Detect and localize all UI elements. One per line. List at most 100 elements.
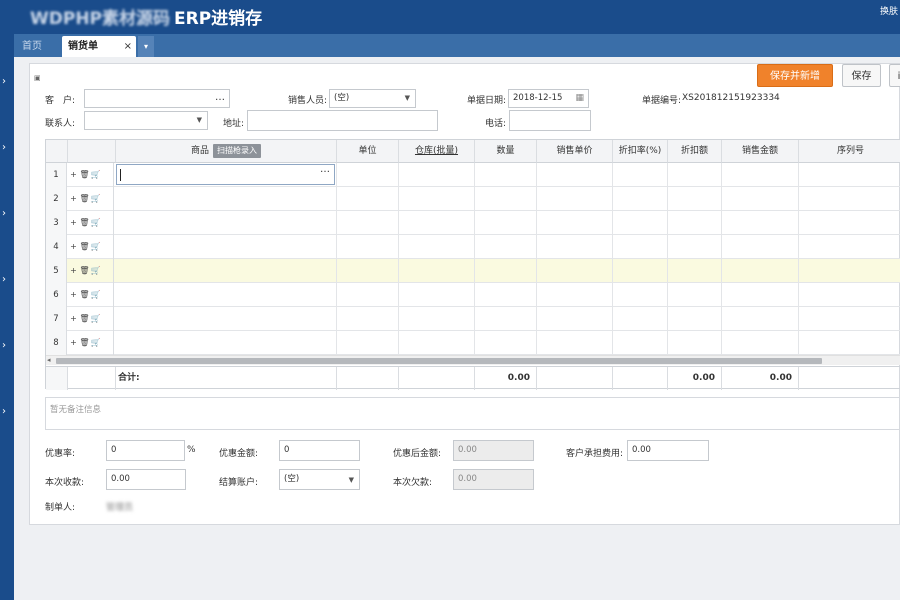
add-row-icon[interactable]: + — [68, 163, 79, 187]
save-and-new-button[interactable]: 保存并新增 — [757, 64, 833, 87]
table-row[interactable]: 5 + 🗑🛒 — [46, 259, 900, 283]
delete-row-icon[interactable]: 🗑 — [79, 235, 90, 259]
scrollbar-thumb[interactable] — [56, 358, 822, 364]
total-discount: 0.00 — [668, 367, 722, 390]
sidebar-expand-icon[interactable]: › — [2, 76, 6, 87]
close-icon[interactable]: × — [124, 36, 132, 57]
cart-icon[interactable]: 🛒 — [90, 283, 101, 307]
collapse-icon[interactable]: ▣ — [34, 74, 41, 82]
horizontal-scrollbar[interactable]: ◂ — [46, 355, 900, 365]
after-discount-input: 0.00 — [453, 440, 534, 461]
tab-menu-icon[interactable]: ▾ — [138, 36, 154, 57]
discount-amount-input[interactable]: 0 — [279, 440, 360, 461]
table-row[interactable]: 7 + 🗑🛒 — [46, 307, 900, 331]
app-header: WDPHP素材源码 ERP进销存 换肤 — [0, 0, 900, 34]
app-logo: WDPHP素材源码 ERP进销存 — [30, 9, 263, 29]
add-row-icon[interactable]: + — [68, 235, 79, 259]
add-row-icon[interactable]: + — [68, 187, 79, 211]
ellipsis-icon[interactable]: … — [320, 164, 330, 175]
phone-label: 电话: — [485, 119, 507, 129]
total-amount: 0.00 — [722, 367, 799, 390]
debt-input: 0.00 — [453, 469, 534, 490]
docno-value: XS201812151923334 — [682, 93, 780, 103]
switch-skin-link[interactable]: 换肤 — [880, 4, 898, 17]
customer-fee-label: 客户承担费用: — [566, 449, 624, 459]
sidebar: › › › › › › — [0, 34, 14, 600]
scan-entry-button[interactable]: 扫描枪录入 — [213, 144, 261, 158]
chevron-down-icon: ▼ — [196, 116, 202, 124]
grid-header-rownum — [46, 140, 68, 163]
grid-header-discount-amount: 折扣额 — [668, 140, 722, 163]
grid-header-qty: 数量 — [475, 140, 537, 163]
sidebar-expand-icon[interactable]: › — [2, 274, 6, 285]
scroll-left-icon[interactable]: ◂ — [47, 356, 51, 364]
cart-icon[interactable]: 🛒 — [90, 235, 101, 259]
delete-row-icon[interactable]: 🗑 — [79, 331, 90, 355]
cart-icon[interactable]: 🛒 — [90, 163, 101, 187]
add-row-icon[interactable]: + — [68, 307, 79, 331]
tab-home[interactable]: 首页 — [16, 36, 61, 57]
table-row[interactable]: 3 + 🗑🛒 — [46, 211, 900, 235]
table-row[interactable]: 8 + 🗑🛒 — [46, 331, 900, 355]
contact-select[interactable]: ▼ — [84, 111, 208, 130]
cart-icon[interactable]: 🛒 — [90, 331, 101, 355]
chevron-down-icon: ▼ — [348, 476, 354, 484]
table-row[interactable]: 4 + 🗑🛒 — [46, 235, 900, 259]
grid-header-warehouse[interactable]: 仓库(批量) — [399, 140, 475, 163]
received-label: 本次收款: — [45, 478, 85, 488]
table-row[interactable]: 2 + 🗑🛒 — [46, 187, 900, 211]
sidebar-expand-icon[interactable]: › — [2, 142, 6, 153]
tab-sales-order[interactable]: 销货单 × — [62, 36, 136, 57]
contact-label: 联系人: — [45, 119, 76, 129]
date-input[interactable]: 2018-12-15 ▦ — [508, 89, 589, 108]
total-label: 合计: — [116, 367, 337, 390]
ellipsis-icon[interactable]: … — [215, 90, 225, 106]
customer-label: 客 户: — [45, 96, 76, 106]
received-input[interactable]: 0.00 — [106, 469, 186, 490]
account-label: 结算账户: — [219, 478, 259, 488]
sales-order-panel: ▣ 保存并新增 保存 i 客 户: … 销售人员: (空) ▼ 单据日期: 201… — [29, 63, 900, 525]
add-row-icon[interactable]: + — [68, 211, 79, 235]
grid-header-sales-amount: 销售金额 — [722, 140, 799, 163]
add-row-icon[interactable]: + — [68, 283, 79, 307]
grid-header-discount-rate: 折扣率(%) — [613, 140, 668, 163]
delete-row-icon[interactable]: 🗑 — [79, 283, 90, 307]
calendar-icon[interactable]: ▦ — [575, 90, 584, 107]
delete-row-icon[interactable]: 🗑 — [79, 187, 90, 211]
phone-input[interactable] — [509, 110, 591, 131]
delete-row-icon[interactable]: 🗑 — [79, 259, 90, 283]
salesman-select[interactable]: (空) ▼ — [329, 89, 416, 108]
maker-label: 制单人: — [45, 503, 76, 513]
cart-icon[interactable]: 🛒 — [90, 187, 101, 211]
percent-label: % — [187, 445, 196, 455]
address-label: 地址: — [223, 119, 245, 129]
more-button[interactable]: i — [889, 64, 900, 87]
grid-header-serial: 序列号 — [799, 140, 900, 163]
table-row[interactable]: 1 + 🗑🛒… — [46, 163, 900, 187]
cart-icon[interactable]: 🛒 — [90, 307, 101, 331]
delete-row-icon[interactable]: 🗑 — [79, 211, 90, 235]
docno-label: 单据编号: — [642, 96, 682, 106]
table-row[interactable]: 6 + 🗑🛒 — [46, 283, 900, 307]
sidebar-expand-icon[interactable]: › — [2, 340, 6, 351]
grid-header-unit: 单位 — [337, 140, 399, 163]
delete-row-icon[interactable]: 🗑 — [79, 163, 90, 187]
remark-textarea[interactable]: 暂无备注信息 — [45, 397, 900, 430]
cart-icon[interactable]: 🛒 — [90, 259, 101, 283]
cart-icon[interactable]: 🛒 — [90, 211, 101, 235]
customer-fee-input[interactable]: 0.00 — [627, 440, 709, 461]
sidebar-expand-icon[interactable]: › — [2, 406, 6, 417]
account-select[interactable]: (空) ▼ — [279, 469, 360, 490]
total-qty: 0.00 — [475, 367, 537, 390]
save-button[interactable]: 保存 — [842, 64, 881, 87]
tab-label: 销货单 — [68, 41, 98, 52]
grid-header-price: 销售单价 — [537, 140, 613, 163]
add-row-icon[interactable]: + — [68, 259, 79, 283]
discount-rate-input[interactable]: 0 — [106, 440, 185, 461]
customer-input[interactable]: … — [84, 89, 230, 108]
add-row-icon[interactable]: + — [68, 331, 79, 355]
address-input[interactable] — [247, 110, 438, 131]
product-cell-input[interactable]: … — [116, 164, 335, 185]
delete-row-icon[interactable]: 🗑 — [79, 307, 90, 331]
sidebar-expand-icon[interactable]: › — [2, 208, 6, 219]
